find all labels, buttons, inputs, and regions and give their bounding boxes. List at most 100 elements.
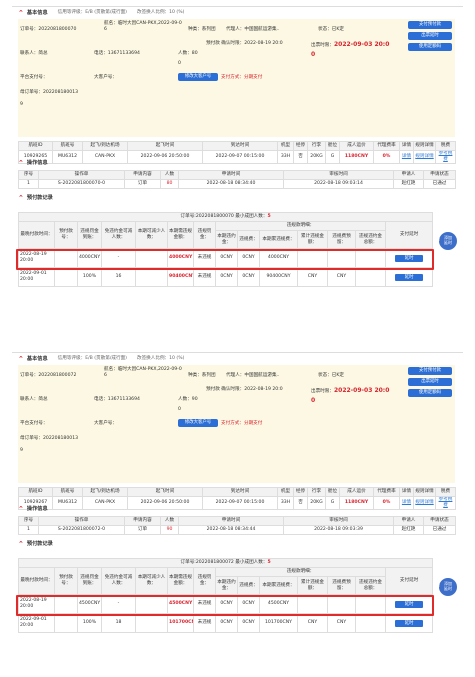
ops-table: 序号 操作单 申请内容 人数 申请时间 审核时间 申请人 申请状态 1 S-202208180… [18, 516, 456, 535]
penalty-total [355, 267, 386, 287]
flight-col-header: 到达时间 [202, 487, 278, 497]
section-title: 预付款记录 [26, 194, 53, 201]
basic-info-header: ⌃ 基本信息 信用等评级：E/B (贯散第/成行面) 改签换人比例：10 (%) [18, 354, 194, 364]
order-status: 状态：已K定 [318, 373, 344, 378]
ops-doc: S-2022081800072-0 [38, 525, 125, 535]
penalty-total [355, 613, 386, 633]
pay-prepayment-button[interactable]: 支付预付款 [408, 21, 452, 29]
prepay-col-header: 本期可减少人数： [135, 221, 168, 249]
agent-rate: 0% [373, 496, 400, 510]
customer-no: 大客户号： [94, 75, 117, 80]
penalty-group-header: 违规款明细： [215, 221, 386, 231]
platform-pay-no: 平台支付号： [20, 75, 48, 80]
chevron-up-icon[interactable]: ⌃ [18, 9, 24, 18]
add-delay-bubble[interactable]: ‹ 添加 延时 [438, 232, 457, 250]
contact-name: 联系人：简总 [20, 397, 48, 402]
fee-value: 0CNY [237, 267, 260, 287]
chevron-up-icon[interactable]: ⌃ [18, 159, 24, 168]
prepay-title: 订单号:2022081800072 最小成团人数：5 [17, 558, 434, 568]
add-delay-bubble[interactable]: ‹ 添加 延时 [438, 578, 457, 596]
detail-link[interactable]: 详情 [399, 150, 414, 164]
prepay-title: 订单号:2022081800070 最小成团人数：5 [17, 212, 434, 222]
baggage: 20KG [307, 496, 326, 510]
prepay-col-header: 累计违规金额： [297, 576, 328, 595]
flight-col-header: 代理费率 [373, 487, 400, 497]
prepay-col-header: 违规罚金： [193, 567, 216, 595]
ticket-deadline-wrap: 0 [311, 51, 316, 58]
adult-fare: 1180CNY [339, 150, 374, 164]
fee-reserve: CNY [327, 267, 356, 287]
arrow-left-icon: ‹ [438, 237, 441, 243]
chevron-up-icon[interactable]: ⌃ [18, 355, 24, 364]
flight-table: 航班ID 航班号 起飞/到达机场 起飞时间 到达时间 机型 经停 行李 舱位 成人运价 代理费率 详情… [18, 487, 456, 510]
flight-header-row: 航班ID 航班号 起飞/到达机场 起飞时间 到达时间 机型 经停 行李 舱位 成人运价 代理费率 详情… [18, 487, 456, 497]
ops-state: 已通过 [423, 179, 456, 189]
ticket-deadline: 出票时限：2022-09-03 20:0 [311, 41, 390, 48]
reducible-count: 16 [101, 267, 136, 287]
flight-table: 航班ID 航班号 起飞/到达机场 起飞时间 到达时间 机型 经停 行李 舱位 成人运价 代理费率 详情… [18, 141, 456, 164]
order-type: 种类：系列团 [188, 27, 216, 32]
section-title: 基本信息 [26, 355, 48, 362]
prepay-col-header: 最晚付款时间： [18, 221, 55, 249]
prepay-col-header: 免违约金可减人数： [101, 221, 136, 249]
contact-phone: 电话：13671133694 [94, 397, 140, 402]
fee-value: 0CNY [237, 613, 260, 633]
penalty-group-header: 违规款明细： [215, 567, 386, 577]
use-quota-code-button[interactable]: 使用定额码 [408, 43, 452, 51]
flight-col-header: 税费 [435, 487, 456, 497]
pay-prepayment-button[interactable]: 支付预付款 [408, 367, 452, 375]
agent-rate: 0% [373, 150, 400, 164]
prepay-col-header: 违规违约金总额： [355, 576, 386, 595]
fee-reserve: CNY [327, 613, 356, 633]
prepay-amount: 100% [77, 613, 102, 633]
order-number: 订单号：2022081800072 [20, 373, 77, 378]
chevron-up-icon[interactable]: ⌃ [18, 505, 24, 514]
flight-col-header: 成人运价 [339, 141, 374, 151]
flight-col-header: 起飞/到达机场 [82, 141, 128, 151]
ops-applicant: 赵红艳 [393, 525, 424, 535]
aircraft-model: 33H [277, 150, 294, 164]
rule-detail-link[interactable]: 规则详情 [413, 150, 436, 164]
prepay-header-row: 最晚付款时间： 预付款号： 违规罚金到账： 免违约金可减人数： 本期可减少人数： 本期需违… [18, 567, 434, 595]
prepay-deadline: 预付款 确认时限：2022-08-19 20:0 [206, 41, 283, 46]
rule-detail-link[interactable]: 规则详情 [413, 496, 436, 510]
flight-col-header: 航班ID [18, 487, 53, 497]
ops-col-header: 申请时间 [178, 170, 284, 180]
flight-header-row: 航班ID 航班号 起飞/到达机场 起飞时间 到达时间 机型 经停 行李 舱位 成人运价 代理费率 详情… [18, 141, 456, 151]
ops-header: ⌃ 操作信息 [18, 158, 58, 168]
flight-col-header: 行李 [307, 141, 326, 151]
prepay-col-header: 本期需违规金额： [167, 567, 194, 595]
flight-col-header: 经停 [293, 141, 308, 151]
arrow-left-icon: ‹ [438, 583, 441, 589]
flight-col-header: 舱位 [325, 487, 340, 497]
chevron-up-icon[interactable]: ⌃ [18, 194, 24, 203]
ops-col-header: 申请状态 [423, 516, 456, 526]
ops-col-header: 人数 [160, 516, 179, 526]
ticket-delay-button[interactable]: 出票延时 [408, 378, 452, 386]
delay-button[interactable]: 延时 [395, 619, 424, 627]
prepay-col-header: 本期可减少人数： [135, 567, 168, 595]
change-ratio: 改签换人比例：10 (%) [136, 356, 185, 362]
prepay-col-header: 违规费预留： [327, 576, 356, 595]
order-panel: ⌃ 基本信息 信用等评级：E/B (贯散第/成行面) 改签换人比例：10 (%)… [12, 6, 463, 331]
prepay-col-header: 违规费预留： [327, 230, 356, 249]
order-type: 种类：系列团 [188, 373, 216, 378]
prepay-deadline-wrap: 0 [178, 407, 181, 412]
change-customer-button[interactable]: 修改大客户号 [178, 73, 218, 81]
ticket-delay-button[interactable]: 出票延时 [408, 32, 452, 40]
credit-rating: 信用等评级：E/B (贯散第/成行面) [57, 356, 127, 362]
prepay-col-header: 本期违约金： [215, 576, 238, 595]
delay-button[interactable]: 延时 [395, 273, 424, 281]
prepay-col-header: 本期累违规费： [259, 576, 298, 595]
prepay-amount: 100% [77, 267, 102, 287]
mother-order-number: 母订单号：202208180013 9 [20, 90, 79, 107]
flight-col-header: 到达时间 [202, 141, 278, 151]
change-customer-button[interactable]: 修改大客户号 [178, 419, 218, 427]
detail-link[interactable]: 详情 [399, 496, 414, 510]
airports: CAN-PKX [82, 150, 128, 164]
ops-col-header: 申请内容 [124, 516, 161, 526]
chevron-up-icon[interactable]: ⌃ [18, 540, 24, 549]
use-quota-code-button[interactable]: 使用定额码 [408, 389, 452, 397]
tax-link[interactable]: 参考税费 [435, 150, 456, 164]
tax-link[interactable]: 参考税费 [435, 496, 456, 510]
